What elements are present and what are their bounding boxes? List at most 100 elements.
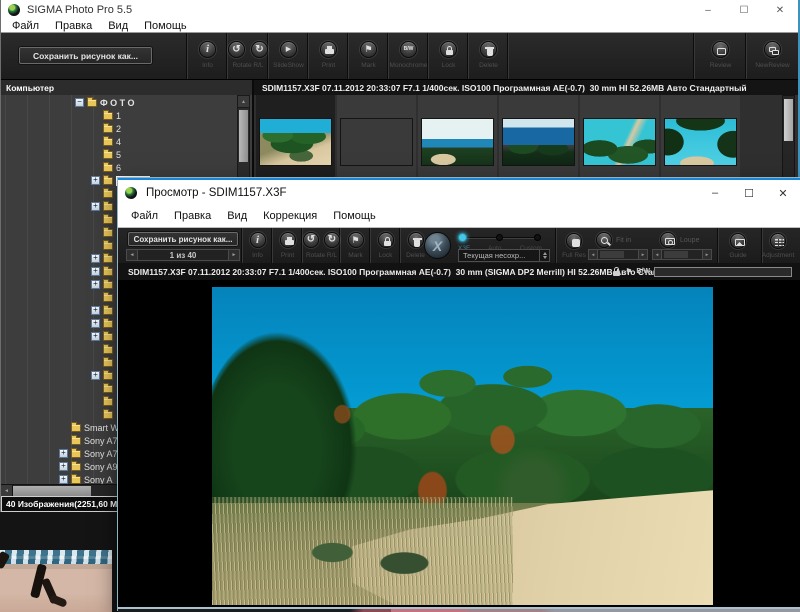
adjustment-button[interactable] [770,233,786,249]
delete-button[interactable] [408,232,424,248]
toolbar-button-label: Info [202,62,213,69]
rotate-button[interactable]: ↺ [228,41,245,58]
tree-row[interactable]: 2 [1,122,236,135]
toolbar-button-group: ▶ SlideShow [268,33,308,79]
lock-button[interactable] [440,41,457,58]
zoom-in-arrow[interactable]: ► [638,249,648,260]
folder-icon [103,333,113,341]
menu-item[interactable]: Правка [48,21,99,32]
tree-expand-box[interactable]: + [91,267,100,276]
maximize-button[interactable]: ☐ [726,0,762,20]
monochrome-button[interactable]: B/W [400,41,417,58]
mode-dot-x3f[interactable] [458,233,467,242]
tree-row[interactable]: 1 [1,109,236,122]
tree-row[interactable]: − ФОТО [1,96,236,109]
main-toolbar: Сохранить рисунок как... i Info ↺ [1,33,798,80]
tree-expand-box[interactable]: + [91,280,100,289]
folder-icon [103,216,113,224]
menu-item[interactable]: Файл [124,211,165,222]
tree-row[interactable]: 4 [1,135,236,148]
photo-preview [212,287,713,605]
guide-button[interactable] [730,233,746,249]
menu-item[interactable]: Вид [101,21,135,32]
next-image-button[interactable]: ► [228,249,240,261]
newreview-button[interactable] [764,41,781,58]
info-button[interactable]: i [199,41,216,58]
folder-icon [103,359,113,367]
mark-button[interactable]: ⚑ [348,232,364,248]
loupe-button[interactable] [660,232,676,248]
rotate-button[interactable]: ↺ [303,232,319,248]
mark-button[interactable]: ⚑ [360,41,377,58]
save-picture-as-button[interactable]: Сохранить рисунок как... [128,232,238,246]
x3f-sphere-button[interactable]: X [424,232,451,259]
menu-item[interactable]: Помощь [137,21,194,32]
print-button[interactable] [320,41,337,58]
loupe-slider[interactable]: ◄ ► [652,249,712,260]
thumbnail-4 [502,118,575,166]
tree-row[interactable]: 5 [1,148,236,161]
menu-item[interactable]: Вид [220,211,254,222]
menu-item[interactable]: Коррекция [256,211,324,222]
loupe-label: Loupe [680,237,699,244]
tree-expand-box[interactable]: + [91,202,100,211]
menu-item[interactable]: Файл [5,21,46,32]
tree-expand-box[interactable]: + [91,306,100,315]
tree-expand-box[interactable]: + [91,176,100,185]
viewer-window-controls: – ☐ ✕ [698,180,800,206]
scroll-left-icon[interactable]: ◄ [1,485,13,496]
loupe-plus-arrow[interactable]: ► [702,249,712,260]
tree-expand-box[interactable]: + [59,475,68,484]
print-button[interactable] [280,232,296,248]
tree-expand-box[interactable]: + [91,332,100,341]
scrollbar-thumb[interactable] [784,99,793,141]
previous-image-button[interactable]: ◄ [126,249,138,261]
thumbnail-6 [664,118,737,166]
scrollbar-thumb[interactable] [13,486,91,496]
toolbar-button-group: ↺ ↻ Rotate R/L [302,228,340,263]
toolbar-button-group: Lock [428,33,468,79]
lock-button[interactable] [378,232,394,248]
tree-expand-box[interactable]: + [91,319,100,328]
mode-dot-auto[interactable] [496,234,503,241]
menu-item[interactable]: Правка [167,211,218,222]
tree-expand-box[interactable]: + [59,449,68,458]
review-button[interactable] [712,41,729,58]
fit-in-button[interactable] [596,232,612,248]
tree-row[interactable]: 6 [1,161,236,174]
maximize-button[interactable]: ☐ [732,180,766,206]
close-button[interactable]: ✕ [762,0,798,20]
settings-dropdown-value: Текущая несохр... [459,250,539,261]
tree-expand-box[interactable]: − [75,98,84,107]
tree-item-label: 6 [116,163,121,173]
loupe-minus-arrow[interactable]: ◄ [652,249,662,260]
zoom-slider[interactable]: ◄ ► [588,249,648,260]
tree-item-label: ФОТО [100,98,137,108]
zoom-out-arrow[interactable]: ◄ [588,249,598,260]
minimize-button[interactable]: – [698,180,732,206]
toolbar-button-label: Lock [442,62,456,69]
settings-dropdown[interactable]: Текущая несохр... [458,249,550,262]
flag-status-icon: ⚑ [625,267,632,276]
toolbar-button-group: Print [308,33,348,79]
toolbar-button-group: i Info [242,228,272,263]
save-picture-as-button[interactable]: Сохранить рисунок как... [19,47,152,64]
toolbar-button-group: ↺ ↻ Rotate R/L [227,33,268,79]
delete-button[interactable] [480,41,497,58]
folder-icon [87,99,97,107]
menu-item[interactable]: Помощь [326,211,383,222]
tree-expand-box[interactable]: + [59,462,68,471]
minimize-button[interactable]: – [690,0,726,20]
toolbar-button[interactable]: ↻ [251,41,268,58]
toolbar-button-label: Info [252,252,263,259]
slideshow-button[interactable]: ▶ [280,41,297,58]
full-res-button[interactable] [566,233,582,249]
mode-dot-custom[interactable] [534,234,541,241]
info-button[interactable]: i [250,232,266,248]
toolbar-button[interactable]: ↻ [324,232,340,248]
close-button[interactable]: ✕ [766,180,800,206]
scrollbar-thumb[interactable] [239,110,248,162]
tree-expand-box[interactable]: + [91,254,100,263]
tree-expand-box[interactable]: + [91,371,100,380]
scroll-up-icon[interactable]: ▲ [238,96,249,108]
